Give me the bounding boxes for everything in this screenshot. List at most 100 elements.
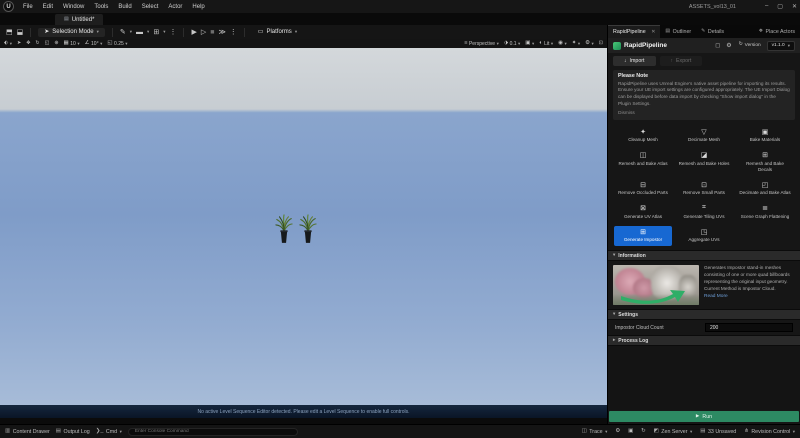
world-local-toggle-icon[interactable]: ⊕: [54, 41, 58, 46]
chevron-down-icon: ▾: [147, 29, 150, 34]
unsaved-changes-button[interactable]: ▤ 33 Unsaved: [700, 428, 736, 434]
play-options-icon[interactable]: ⋮: [230, 28, 237, 36]
cmd-dropdown[interactable]: ❯_ Cmd ▾: [96, 428, 122, 434]
blueprints-dropdown-icon[interactable]: ✎: [120, 28, 126, 36]
zen-server-label: Zen Server: [661, 428, 688, 435]
level-tab-untitled[interactable]: ▤ Untitled*: [55, 14, 104, 25]
close-button[interactable]: ✕: [792, 3, 797, 10]
show-flags-dropdown[interactable]: ◉ ▾: [558, 40, 567, 47]
scale-snap-dropdown[interactable]: ◱ 0.25 ▾: [107, 39, 127, 46]
action-scene-graph-flattening[interactable]: ≣ Scene Graph Flattening: [736, 202, 794, 222]
rotation-snap-dropdown[interactable]: ∠ 10° ▾: [85, 40, 103, 46]
output-log-button[interactable]: ▤ Output Log: [56, 428, 90, 435]
settings-gear-icon[interactable]: ⚙: [726, 42, 731, 49]
toolbar-options-icon[interactable]: ⋮: [169, 28, 176, 36]
frame-skip-button[interactable]: ▷: [201, 28, 206, 36]
action-remesh-bake-holes[interactable]: ◪ Remesh and Bake Holes: [675, 149, 733, 175]
zen-server-dropdown[interactable]: ◩ Zen Server ▾: [654, 428, 693, 435]
tab-rapidpipeline[interactable]: RapidPipeline ✕: [608, 25, 661, 38]
derived-data-icon[interactable]: ▣: [628, 428, 633, 434]
asset-tab-bar: ▤ Untitled*: [0, 13, 800, 25]
menu-build[interactable]: Build: [113, 2, 136, 12]
action-remove-small-parts[interactable]: ⊡ Remove Small Parts: [675, 179, 733, 199]
status-bar: ▥ Content Drawer ▤ Output Log ❯_ Cmd ▾ ◫…: [0, 424, 800, 438]
menu-file[interactable]: File: [18, 2, 38, 12]
screenshot-dropdown[interactable]: ▣ ▾: [525, 40, 534, 47]
quick-add-dropdown-icon[interactable]: ⊞: [153, 28, 159, 36]
chevron-down-icon: ▾: [9, 40, 12, 46]
menu-edit[interactable]: Edit: [38, 2, 58, 12]
process-log-section-header[interactable]: ▸ Process Log: [608, 335, 800, 347]
tab-place-actors[interactable]: ❖ Place Actors: [754, 25, 800, 38]
action-generate-tiling-uvs[interactable]: ⌗ Generate Tiling UVs: [675, 202, 733, 222]
information-section-header[interactable]: ▾ Information: [608, 250, 800, 262]
action-cleanup-mesh[interactable]: ✦ Cleanup Mesh: [614, 126, 672, 146]
content-browser-icon[interactable]: ⬓: [17, 28, 24, 36]
action-bake-materials[interactable]: ▣ Bake Materials: [736, 126, 794, 146]
run-button[interactable]: ▶ Run: [609, 411, 799, 422]
version-label-group: ↻ Version: [739, 42, 761, 48]
menu-select[interactable]: Select: [137, 2, 164, 12]
close-tab-icon[interactable]: ✕: [651, 29, 655, 35]
lit-mode-dropdown[interactable]: ◐ Lit ▾: [539, 40, 553, 46]
export-button[interactable]: ↑ Export: [659, 56, 703, 66]
action-decimate-mesh[interactable]: ▽ Decimate Mesh: [675, 126, 733, 146]
move-tool-icon[interactable]: ✥: [26, 41, 30, 46]
save-icon[interactable]: ⬒: [6, 28, 13, 36]
cinematics-dropdown-icon[interactable]: ▬: [136, 29, 143, 36]
action-label: Bake Materials: [749, 137, 781, 143]
tab-details[interactable]: ✎ Details: [696, 25, 729, 38]
stop-button[interactable]: ■: [210, 29, 214, 36]
trace-dropdown[interactable]: ◫ Trace ▾: [582, 428, 608, 434]
potted-plant-actor[interactable]: [275, 212, 293, 245]
select-tool-icon[interactable]: ➤: [17, 41, 21, 46]
unreal-logo-icon[interactable]: U: [3, 1, 14, 12]
action-remesh-bake-decals[interactable]: ⊞ Remesh and Bake Decals: [736, 149, 794, 175]
eject-button[interactable]: ≫: [218, 28, 225, 36]
menu-actor[interactable]: Actor: [163, 2, 187, 12]
chevron-down-icon: ▾: [577, 40, 581, 46]
selection-mode-dropdown[interactable]: ➤ Selection Mode ▾: [38, 27, 105, 37]
action-remesh-bake-atlas[interactable]: ◫ Remesh and Bake Atlas: [614, 149, 672, 175]
impostor-cloud-count-input[interactable]: [705, 323, 793, 333]
chevron-down-icon: ▾: [564, 40, 567, 46]
perspective-dropdown[interactable]: ≡ Perspective ▾: [464, 40, 499, 46]
revision-control-dropdown[interactable]: ⋔ Revision Control ▾: [744, 428, 795, 434]
action-remove-occluded-parts[interactable]: ⊟ Remove Occluded Parts: [614, 179, 672, 199]
lock-icon[interactable]: ◻: [715, 42, 720, 49]
viewport-settings-dropdown[interactable]: ⚙ ▾: [585, 40, 594, 47]
content-drawer-button[interactable]: ▥ Content Drawer: [5, 428, 50, 434]
action-aggregate-uvs[interactable]: ◳ Aggregate UVs: [675, 226, 733, 246]
action-generate-impostor[interactable]: ⊞ Generate Impostor: [614, 225, 672, 247]
menu-tools[interactable]: Tools: [89, 2, 113, 12]
potted-plant-actor[interactable]: [299, 212, 317, 245]
import-icon: ↓: [624, 57, 627, 64]
menu-help[interactable]: Help: [187, 2, 209, 12]
camera-speed-dropdown[interactable]: ⬗ 0.1 ▾: [504, 40, 520, 46]
grid-snap-dropdown[interactable]: ▦ 10 ▾: [64, 40, 80, 46]
effects-dropdown[interactable]: ✦ ▾: [572, 40, 581, 47]
minimize-button[interactable]: –: [765, 3, 768, 10]
output-log-label: Output Log: [63, 428, 90, 435]
scale-snap-icon: ◱: [107, 39, 113, 46]
version-dropdown[interactable]: v1.1.0 ▾: [766, 40, 795, 51]
read-more-link[interactable]: Read More: [704, 294, 795, 301]
rotate-tool-icon[interactable]: ↻: [35, 41, 39, 46]
import-button[interactable]: ↓ Import: [613, 56, 656, 66]
dismiss-link[interactable]: Dismiss: [618, 111, 790, 116]
viewport-3d[interactable]: No active Level Sequence Editor detected…: [0, 48, 608, 418]
insights-icon[interactable]: ↻: [641, 428, 645, 434]
action-generate-uv-atlas[interactable]: ⊠ Generate UV Atlas: [614, 202, 672, 222]
play-button[interactable]: ▶: [191, 28, 196, 36]
platforms-dropdown[interactable]: ▭ Platforms ▾: [252, 28, 303, 37]
action-decimate-bake-atlas[interactable]: ◰ Decimate and Bake Atlas: [736, 179, 794, 199]
restore-button[interactable]: ▢: [777, 3, 783, 10]
maximize-viewport-icon[interactable]: ⊡: [599, 41, 603, 46]
editor-preferences-icon[interactable]: ⚙: [615, 428, 620, 434]
settings-section-header[interactable]: ▾ Settings: [608, 309, 800, 321]
tab-outliner[interactable]: ▤ Outliner: [660, 25, 696, 38]
surface-snap-dropdown[interactable]: ⬖ ▾: [4, 40, 12, 47]
scale-tool-icon[interactable]: ◱: [45, 41, 50, 46]
menu-window[interactable]: Window: [58, 2, 89, 12]
console-command-input[interactable]: [127, 427, 298, 436]
